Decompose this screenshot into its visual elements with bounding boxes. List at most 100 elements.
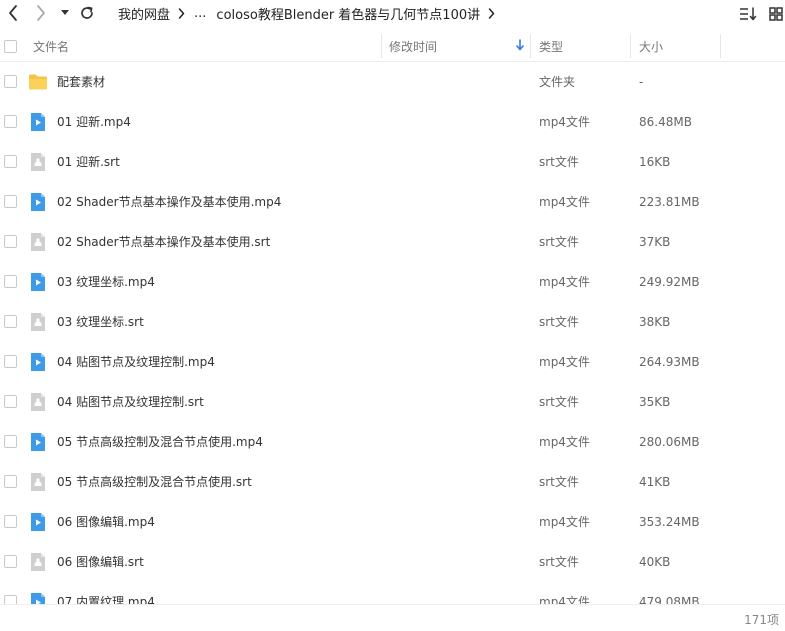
file-size: 40KB bbox=[639, 555, 671, 569]
row-checkbox[interactable] bbox=[4, 315, 17, 328]
subtitle-file-icon bbox=[28, 312, 48, 332]
file-name[interactable]: 01 迎新.mp4 bbox=[57, 102, 131, 142]
file-type: mp4文件 bbox=[539, 195, 590, 209]
row-checkbox[interactable] bbox=[4, 475, 17, 488]
file-name[interactable]: 04 贴图节点及纹理控制.srt bbox=[57, 382, 204, 422]
file-type: 文件夹 bbox=[539, 75, 576, 89]
row-checkbox[interactable] bbox=[4, 235, 17, 248]
file-type: srt文件 bbox=[539, 235, 579, 249]
forward-arrow-icon[interactable] bbox=[32, 2, 50, 24]
file-type: mp4文件 bbox=[539, 435, 590, 449]
column-divider[interactable] bbox=[720, 34, 721, 58]
refresh-icon[interactable] bbox=[78, 2, 96, 24]
dropdown-triangle-icon[interactable] bbox=[58, 2, 72, 24]
table-row[interactable]: 02 Shader节点基本操作及基本使用.mp4 mp4文件 223.81MB bbox=[0, 182, 785, 222]
header-type[interactable]: 类型 bbox=[539, 30, 563, 62]
file-name[interactable]: 03 纹理坐标.mp4 bbox=[57, 262, 155, 302]
row-checkbox[interactable] bbox=[4, 275, 17, 288]
file-type: srt文件 bbox=[539, 475, 579, 489]
checkbox[interactable] bbox=[4, 39, 17, 53]
row-checkbox[interactable] bbox=[4, 555, 17, 568]
file-name[interactable]: 05 节点高级控制及混合节点使用.srt bbox=[57, 462, 252, 502]
row-checkbox[interactable] bbox=[4, 155, 17, 168]
file-name[interactable]: 06 图像编辑.srt bbox=[57, 542, 144, 582]
video-file-icon bbox=[28, 592, 48, 604]
file-name[interactable]: 02 Shader节点基本操作及基本使用.mp4 bbox=[57, 182, 281, 222]
header-size[interactable]: 大小 bbox=[639, 30, 663, 62]
table-row[interactable]: 07 内置纹理.mp4 mp4文件 479.08MB bbox=[0, 582, 785, 604]
file-name[interactable]: 05 节点高级控制及混合节点使用.mp4 bbox=[57, 422, 263, 462]
breadcrumb-current[interactable]: coloso教程Blender 着色器与几何节点100讲 bbox=[216, 4, 480, 23]
file-size: 280.06MB bbox=[639, 435, 700, 449]
video-file-icon bbox=[28, 432, 48, 452]
file-name[interactable]: 02 Shader节点基本操作及基本使用.srt bbox=[57, 222, 270, 262]
column-divider[interactable] bbox=[530, 34, 531, 58]
file-size: 86.48MB bbox=[639, 115, 692, 129]
file-size: 353.24MB bbox=[639, 515, 700, 529]
file-type: mp4文件 bbox=[539, 115, 590, 129]
header-modified[interactable]: 修改时间 bbox=[389, 30, 437, 62]
video-file-icon bbox=[28, 192, 48, 212]
table-row[interactable]: 05 节点高级控制及混合节点使用.mp4 mp4文件 280.06MB bbox=[0, 422, 785, 462]
sort-icon[interactable] bbox=[738, 4, 758, 24]
chevron-right-icon[interactable] bbox=[488, 7, 495, 19]
grid-view-icon[interactable] bbox=[766, 4, 785, 24]
row-checkbox[interactable] bbox=[4, 435, 17, 448]
file-size: 16KB bbox=[639, 155, 671, 169]
table-row[interactable]: 配套素材 文件夹 - bbox=[0, 62, 785, 102]
file-name[interactable]: 07 内置纹理.mp4 bbox=[57, 582, 155, 604]
file-size: 41KB bbox=[639, 475, 671, 489]
table-row[interactable]: 06 图像编辑.srt srt文件 40KB bbox=[0, 542, 785, 582]
video-file-icon bbox=[28, 112, 48, 132]
file-name[interactable]: 06 图像编辑.mp4 bbox=[57, 502, 155, 542]
row-checkbox[interactable] bbox=[4, 595, 17, 604]
breadcrumb-root[interactable]: 我的网盘 bbox=[118, 4, 170, 23]
file-size: 37KB bbox=[639, 235, 671, 249]
row-checkbox[interactable] bbox=[4, 515, 17, 528]
back-arrow-icon[interactable] bbox=[4, 2, 22, 24]
video-file-icon bbox=[28, 272, 48, 292]
file-size: 223.81MB bbox=[639, 195, 700, 209]
row-checkbox[interactable] bbox=[4, 75, 17, 88]
subtitle-file-icon bbox=[28, 472, 48, 492]
subtitle-file-icon bbox=[28, 392, 48, 412]
file-size: 249.92MB bbox=[639, 275, 700, 289]
subtitle-file-icon bbox=[28, 552, 48, 572]
breadcrumb: 我的网盘 ... coloso教程Blender 着色器与几何节点100讲 bbox=[118, 0, 504, 26]
file-type: srt文件 bbox=[539, 395, 579, 409]
table-row[interactable]: 03 纹理坐标.mp4 mp4文件 249.92MB bbox=[0, 262, 785, 302]
table-row[interactable]: 04 贴图节点及纹理控制.srt srt文件 35KB bbox=[0, 382, 785, 422]
table-row[interactable]: 02 Shader节点基本操作及基本使用.srt srt文件 37KB bbox=[0, 222, 785, 262]
column-divider[interactable] bbox=[381, 34, 382, 58]
folder-icon bbox=[28, 72, 48, 92]
file-name[interactable]: 01 迎新.srt bbox=[57, 142, 120, 182]
file-name[interactable]: 03 纹理坐标.srt bbox=[57, 302, 144, 342]
table-row[interactable]: 03 纹理坐标.srt srt文件 38KB bbox=[0, 302, 785, 342]
subtitle-file-icon bbox=[28, 152, 48, 172]
column-divider[interactable] bbox=[630, 34, 631, 58]
toolbar: 我的网盘 ... coloso教程Blender 着色器与几何节点100讲 bbox=[0, 0, 785, 28]
table-row[interactable]: 06 图像编辑.mp4 mp4文件 353.24MB bbox=[0, 502, 785, 542]
status-bar: 171项 bbox=[0, 604, 785, 631]
row-checkbox[interactable] bbox=[4, 355, 17, 368]
file-type: mp4文件 bbox=[539, 515, 590, 529]
table-row[interactable]: 01 迎新.srt srt文件 16KB bbox=[0, 142, 785, 182]
file-list: 配套素材 文件夹 - 01 迎新.mp4 mp4文件 86.48MB 01 迎新.srt sr… bbox=[0, 62, 785, 604]
file-name[interactable]: 04 贴图节点及纹理控制.mp4 bbox=[57, 342, 215, 382]
file-type: srt文件 bbox=[539, 315, 579, 329]
file-name[interactable]: 配套素材 bbox=[57, 62, 105, 102]
table-row[interactable]: 01 迎新.mp4 mp4文件 86.48MB bbox=[0, 102, 785, 142]
breadcrumb-ellipsis[interactable]: ... bbox=[194, 6, 206, 21]
table-row[interactable]: 05 节点高级控制及混合节点使用.srt srt文件 41KB bbox=[0, 462, 785, 502]
file-type: srt文件 bbox=[539, 155, 579, 169]
select-all-checkbox[interactable] bbox=[4, 30, 17, 62]
header-name[interactable]: 文件名 bbox=[33, 30, 69, 62]
file-size: 264.93MB bbox=[639, 355, 700, 369]
table-row[interactable]: 04 贴图节点及纹理控制.mp4 mp4文件 264.93MB bbox=[0, 342, 785, 382]
row-checkbox[interactable] bbox=[4, 395, 17, 408]
row-checkbox[interactable] bbox=[4, 195, 17, 208]
file-type: srt文件 bbox=[539, 555, 579, 569]
row-checkbox[interactable] bbox=[4, 115, 17, 128]
sort-down-arrow-icon[interactable] bbox=[516, 39, 524, 54]
file-type: mp4文件 bbox=[539, 595, 590, 604]
